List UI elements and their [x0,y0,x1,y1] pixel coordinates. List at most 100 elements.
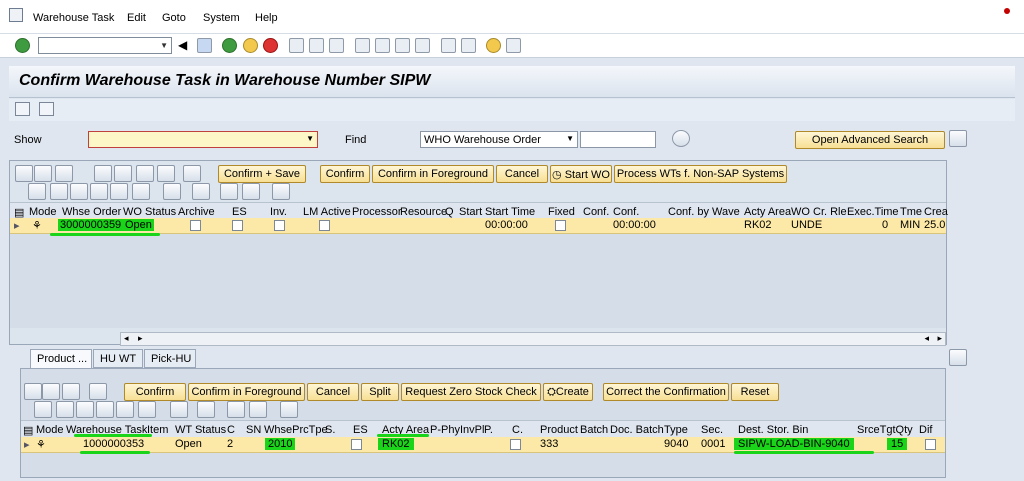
find-dropdown[interactable]: WHO Warehouse Order ▼ [420,131,578,148]
enter-check-icon[interactable] [15,38,30,53]
col-sn[interactable]: SN [246,424,261,436]
filter-icon[interactable] [89,383,107,400]
col-dest-stor-bin[interactable]: Dest. Stor. Bin [738,424,808,436]
col-start-time[interactable]: Start Time [485,206,535,218]
show-dropdown[interactable]: ▼ [88,131,318,148]
total-icon[interactable] [170,401,188,418]
sort-ascending-icon[interactable] [56,401,74,418]
col-doc-batch[interactable]: Doc. Batch [610,424,664,436]
last-page-icon[interactable] [415,38,430,53]
back-icon[interactable] [222,38,237,53]
sec-cell[interactable]: 0001 [701,438,725,450]
create-button[interactable]: ⛭Create [543,383,593,401]
col-sec[interactable]: Sec. [701,424,723,436]
shortcut-icon[interactable] [461,38,476,53]
first-page-icon[interactable] [355,38,370,53]
col-wt-status[interactable]: WT Status [175,424,226,436]
set-filter-icon[interactable] [138,401,156,418]
next-page-icon[interactable] [395,38,410,53]
subtotal-icon[interactable] [192,183,210,200]
col-srce-tgt-qty[interactable]: SrceTgtQty [857,424,913,436]
lock-icon[interactable] [114,165,132,182]
task-confirm-button[interactable]: Confirm [124,383,186,401]
tme-cell[interactable]: MIN [900,219,920,231]
col-resource[interactable]: Resource [400,206,447,218]
col-c[interactable]: C [227,424,235,436]
row-selector-icon[interactable]: ▸ [14,219,20,232]
col-archive[interactable]: Archive [178,206,215,218]
inv-checkbox[interactable] [274,220,285,231]
top-horizontal-scrollbar[interactable]: ◂ ▸ ◂ ▸ [120,332,946,346]
task-confirm-foreground-button[interactable]: Confirm in Foreground [188,383,305,401]
detail-view-icon[interactable] [34,401,52,418]
scroll-down-icon[interactable] [42,383,60,400]
col-product[interactable]: Product [540,424,578,436]
menu-warehouse-task[interactable]: Warehouse Task [33,12,114,24]
dest-bin-cell[interactable]: SIPW-LOAD-BIN-9040 [734,438,854,450]
conf-time-cell[interactable]: 00:00:00 [613,219,656,231]
total-icon[interactable] [163,183,181,200]
correct-confirmation-button[interactable]: Correct the Confirmation [603,383,729,401]
find-icon[interactable] [309,38,324,53]
save-layout-icon[interactable] [157,165,175,182]
sort-descending-icon[interactable] [76,401,94,418]
cancel-button[interactable]: Cancel [496,165,548,183]
c-checkbox[interactable] [510,439,521,450]
subtotal-icon[interactable] [197,401,215,418]
es-checkbox[interactable] [232,220,243,231]
details-icon[interactable] [55,165,73,182]
exit-icon[interactable] [243,38,258,53]
col-select-icon[interactable]: ▤ [23,424,33,437]
acty-area-cell[interactable]: RK02 [378,438,414,450]
crea-cell[interactable]: 25.0 [924,219,945,231]
col-wo-status[interactable]: WO Status [123,206,176,218]
reset-button[interactable]: Reset [731,383,779,401]
es-checkbox[interactable] [351,439,362,450]
col-acty-area[interactable]: Acty Area [744,206,791,218]
col-batch[interactable]: Batch [580,424,608,436]
variant-icon[interactable] [15,102,30,116]
col-conf-by[interactable]: Conf. by [668,206,709,218]
col-mode[interactable]: Mode [29,206,57,218]
exec-time-cell[interactable]: 0 [882,219,888,231]
col-fixed[interactable]: Fixed [548,206,575,218]
find-next-icon[interactable] [329,38,344,53]
grid-find-icon[interactable] [272,183,290,200]
col-c-dot[interactable]: C. [512,424,523,436]
table-row[interactable]: ▸ ⚘ 3000000359 Open 00:00:00 00:00:00 RK… [10,218,946,234]
print-icon[interactable] [289,38,304,53]
detail-view-icon[interactable] [28,183,46,200]
column-icon[interactable] [116,401,134,418]
col-p[interactable]: P. [484,424,493,436]
details-icon[interactable] [62,383,80,400]
col-conf-1[interactable]: Conf. [583,206,609,218]
whse-order-cell[interactable]: 3000000359 [58,219,124,231]
chevron-down-icon[interactable]: ▼ [566,134,574,143]
confirm-foreground-button[interactable]: Confirm in Foreground [372,165,494,183]
col-q[interactable]: Q [445,206,454,218]
col-start[interactable]: Start [459,206,482,218]
left-arrow-icon[interactable]: ◀ [178,38,193,53]
col-dif[interactable]: Dif [919,424,932,436]
tab-options-icon[interactable] [949,349,967,366]
find-grid-icon[interactable] [96,401,114,418]
find-input[interactable] [580,131,656,148]
scroll-right-icon[interactable]: ▸ [138,333,143,344]
log-icon[interactable] [39,102,54,116]
scroll-down-icon[interactable] [34,165,52,182]
advanced-options-icon[interactable] [949,130,967,147]
menu-edit[interactable]: Edit [127,12,146,24]
create-session-icon[interactable] [441,38,456,53]
chevron-down-icon[interactable]: ▼ [160,41,168,50]
menu-system[interactable]: System [203,12,240,24]
layout-grid-icon[interactable] [242,183,260,200]
product-cell[interactable]: 333 [540,438,558,450]
col-es[interactable]: ES [353,424,368,436]
menu-goto[interactable]: Goto [162,12,186,24]
task-cancel-button[interactable]: Cancel [307,383,359,401]
col-processor[interactable]: Processor [352,206,402,218]
export-icon[interactable] [227,401,245,418]
col-p-phyinvpl[interactable]: P-PhyInvPl [430,424,484,436]
wt-status-cell[interactable]: Open [175,438,202,450]
open-advanced-search-button[interactable]: Open Advanced Search [795,131,945,149]
